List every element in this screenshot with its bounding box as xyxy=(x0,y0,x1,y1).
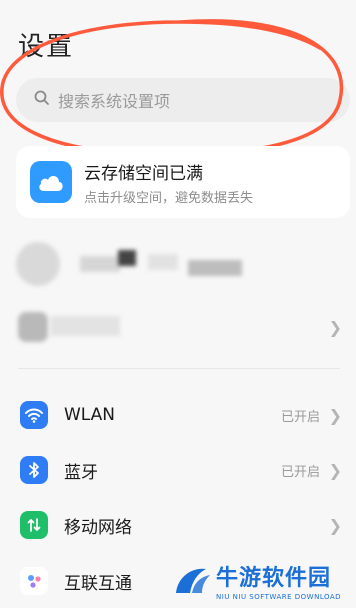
blurred-name xyxy=(80,256,120,272)
search-input[interactable]: 搜索系统设置项 xyxy=(16,78,350,122)
watermark-logo-icon xyxy=(176,568,210,593)
page-title: 设置 xyxy=(18,32,75,62)
cloud-card-title: 云存储空间已满 xyxy=(84,163,203,184)
cloud-storage-card[interactable]: 云存储空间已满 点击升级空间，避免数据丢失 xyxy=(16,146,350,218)
search-placeholder: 搜索系统设置项 xyxy=(58,92,171,111)
chevron-right-icon: ❯ xyxy=(328,317,342,337)
settings-item-label: 互联互通 xyxy=(64,573,132,594)
settings-item-label: 移动网络 xyxy=(64,517,132,538)
account-sub-icon xyxy=(18,312,48,342)
wifi-icon xyxy=(20,401,48,429)
connect-icon xyxy=(20,567,48,595)
settings-item-label: WLAN xyxy=(64,405,116,425)
settings-item-bluetooth[interactable]: 蓝牙 已开启 ❯ xyxy=(0,443,356,497)
chevron-right-icon: ❯ xyxy=(328,460,342,480)
divider xyxy=(18,368,340,369)
avatar xyxy=(16,242,60,286)
chevron-right-icon: ❯ xyxy=(328,405,342,425)
watermark-title: 牛游软件园 xyxy=(216,566,332,591)
mobile-network-icon xyxy=(20,511,48,539)
settings-item-wlan[interactable]: WLAN 已开启 ❯ xyxy=(0,388,356,442)
settings-item-label: 蓝牙 xyxy=(64,462,98,483)
cloud-card-subtitle: 点击升级空间，避免数据丢失 xyxy=(84,190,254,206)
watermark-subtitle: NIU NIU SOFTWARE DOWNLOAD xyxy=(216,593,342,601)
cloud-icon xyxy=(30,161,72,203)
account-sub-row[interactable]: ❯ xyxy=(0,300,356,354)
watermark: 牛游软件园 NIU NIU SOFTWARE DOWNLOAD xyxy=(172,560,341,601)
search-icon xyxy=(34,90,50,110)
bluetooth-icon xyxy=(20,456,48,484)
account-row[interactable] xyxy=(16,240,350,290)
settings-item-mobile-network[interactable]: 移动网络 ❯ xyxy=(0,498,356,552)
status-text: 已开启 xyxy=(280,409,320,425)
status-text: 已开启 xyxy=(280,464,320,480)
chevron-right-icon: ❯ xyxy=(328,515,342,535)
